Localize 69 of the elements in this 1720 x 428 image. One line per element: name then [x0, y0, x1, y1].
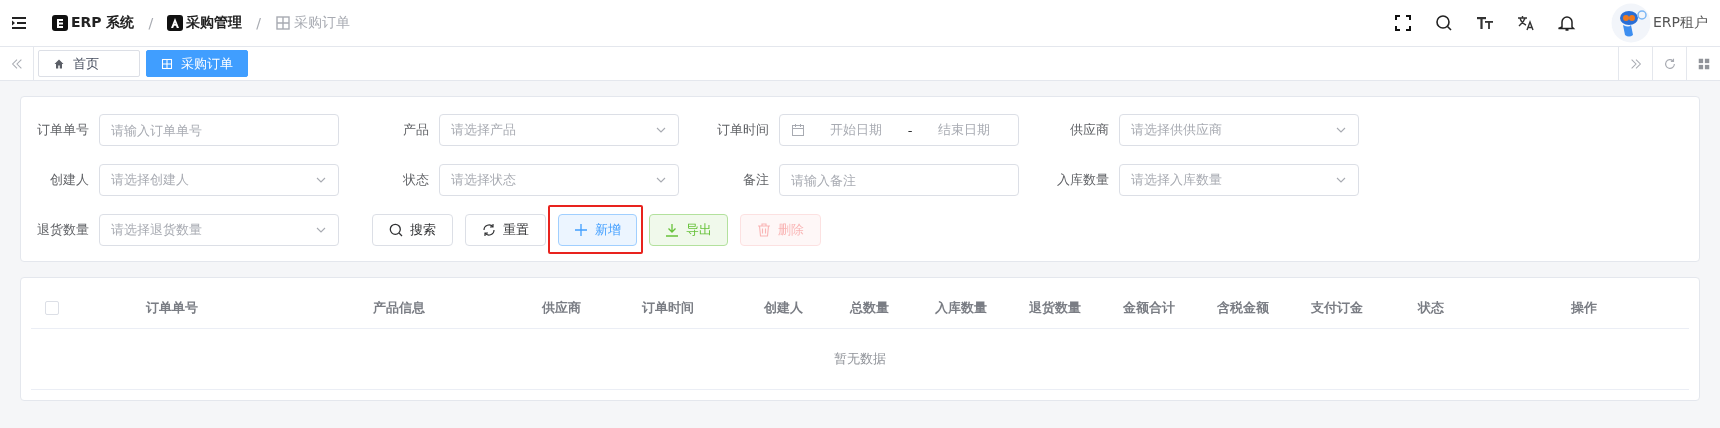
column-header: 支付订金 [1310, 299, 1364, 317]
download-icon [665, 223, 679, 237]
start-date-placeholder: 开始日期 [829, 121, 884, 139]
tab[interactable]: 采购订单 [146, 50, 248, 77]
breadcrumb-item[interactable]: ERP 系统 [71, 14, 135, 32]
logo-icon [52, 15, 68, 31]
column-header: 订单时间 [641, 299, 695, 317]
breadcrumb-item[interactable]: 采购管理 [186, 14, 243, 32]
user-name[interactable]: ERP租户 [1653, 14, 1708, 32]
grid-icon [161, 57, 173, 70]
column-header: 创建人 [762, 299, 804, 317]
refresh-icon [1662, 56, 1677, 71]
column-header: 供应商 [540, 299, 582, 317]
field-label: 入库数量 [1056, 171, 1109, 189]
select-field[interactable]: 请选择创建人 [99, 164, 339, 196]
input-field[interactable]: 请输入备注 [779, 164, 1019, 196]
field-label: 退货数量 [36, 221, 89, 239]
avatar-icon[interactable] [1611, 3, 1651, 43]
field-label: 状态 [402, 171, 429, 189]
field-label: 产品 [402, 121, 429, 139]
column-header: 总数量 [848, 299, 890, 317]
select-field[interactable]: 请选择产品 [439, 114, 679, 146]
column-header: 退货数量 [1028, 299, 1082, 317]
column-header: 入库数量 [934, 299, 988, 317]
select-field[interactable]: 请选择入库数量 [1119, 164, 1359, 196]
export-button[interactable]: 导出 [649, 214, 728, 246]
column-header: 订单单号 [144, 299, 199, 317]
range-separator: - [907, 122, 913, 138]
select-field[interactable]: 请选择退货数量 [99, 214, 339, 246]
breadcrumb-separator: / [148, 15, 154, 31]
date-range-field[interactable]: 开始日期 - 结束日期 [779, 114, 1019, 146]
calendar-icon [791, 123, 805, 137]
translate-icon[interactable] [1517, 14, 1535, 32]
search-button[interactable]: 搜索 [372, 214, 453, 246]
trash-icon [757, 223, 771, 237]
home-icon [53, 57, 65, 70]
empty-message: 暂无数据 [833, 350, 887, 368]
column-header: 产品信息 [372, 299, 426, 317]
grid-icon [274, 15, 291, 31]
column-header: 含税金额 [1216, 299, 1270, 317]
checkbox[interactable] [45, 301, 59, 315]
field-label: 备注 [742, 171, 769, 189]
font-size-icon[interactable] [1476, 14, 1494, 32]
select-field[interactable]: 请选择供供应商 [1119, 114, 1359, 146]
select-field[interactable]: 请选择状态 [439, 164, 679, 196]
field-label: 订单单号 [36, 121, 89, 139]
column-header: 操作 [1569, 299, 1598, 317]
breadcrumb-item: 采购订单 [293, 14, 350, 32]
menu-icon[interactable] [10, 14, 28, 32]
plus-icon [574, 223, 588, 237]
add-button[interactable]: 新增 [558, 214, 637, 246]
fullscreen-icon[interactable] [1394, 14, 1412, 32]
breadcrumb-separator: / [256, 15, 261, 31]
end-date-placeholder: 结束日期 [936, 121, 991, 139]
letter-logo-icon [167, 15, 184, 31]
bell-icon[interactable] [1558, 14, 1576, 32]
tab[interactable]: 首页 [38, 50, 140, 77]
field-label: 创建人 [49, 171, 89, 189]
reset-button[interactable]: 重置 [465, 214, 546, 246]
search-icon [389, 223, 403, 237]
input-field[interactable]: 请输入订单单号 [99, 114, 339, 146]
refresh-icon [482, 223, 496, 237]
double-chevron-left-icon [9, 56, 24, 71]
column-header: 状态 [1416, 299, 1445, 317]
field-label: 订单时间 [716, 121, 769, 139]
search-icon[interactable] [1435, 14, 1453, 32]
field-label: 供应商 [1069, 121, 1109, 139]
grid-icon [1696, 56, 1711, 71]
column-header: 金额合计 [1122, 299, 1176, 317]
